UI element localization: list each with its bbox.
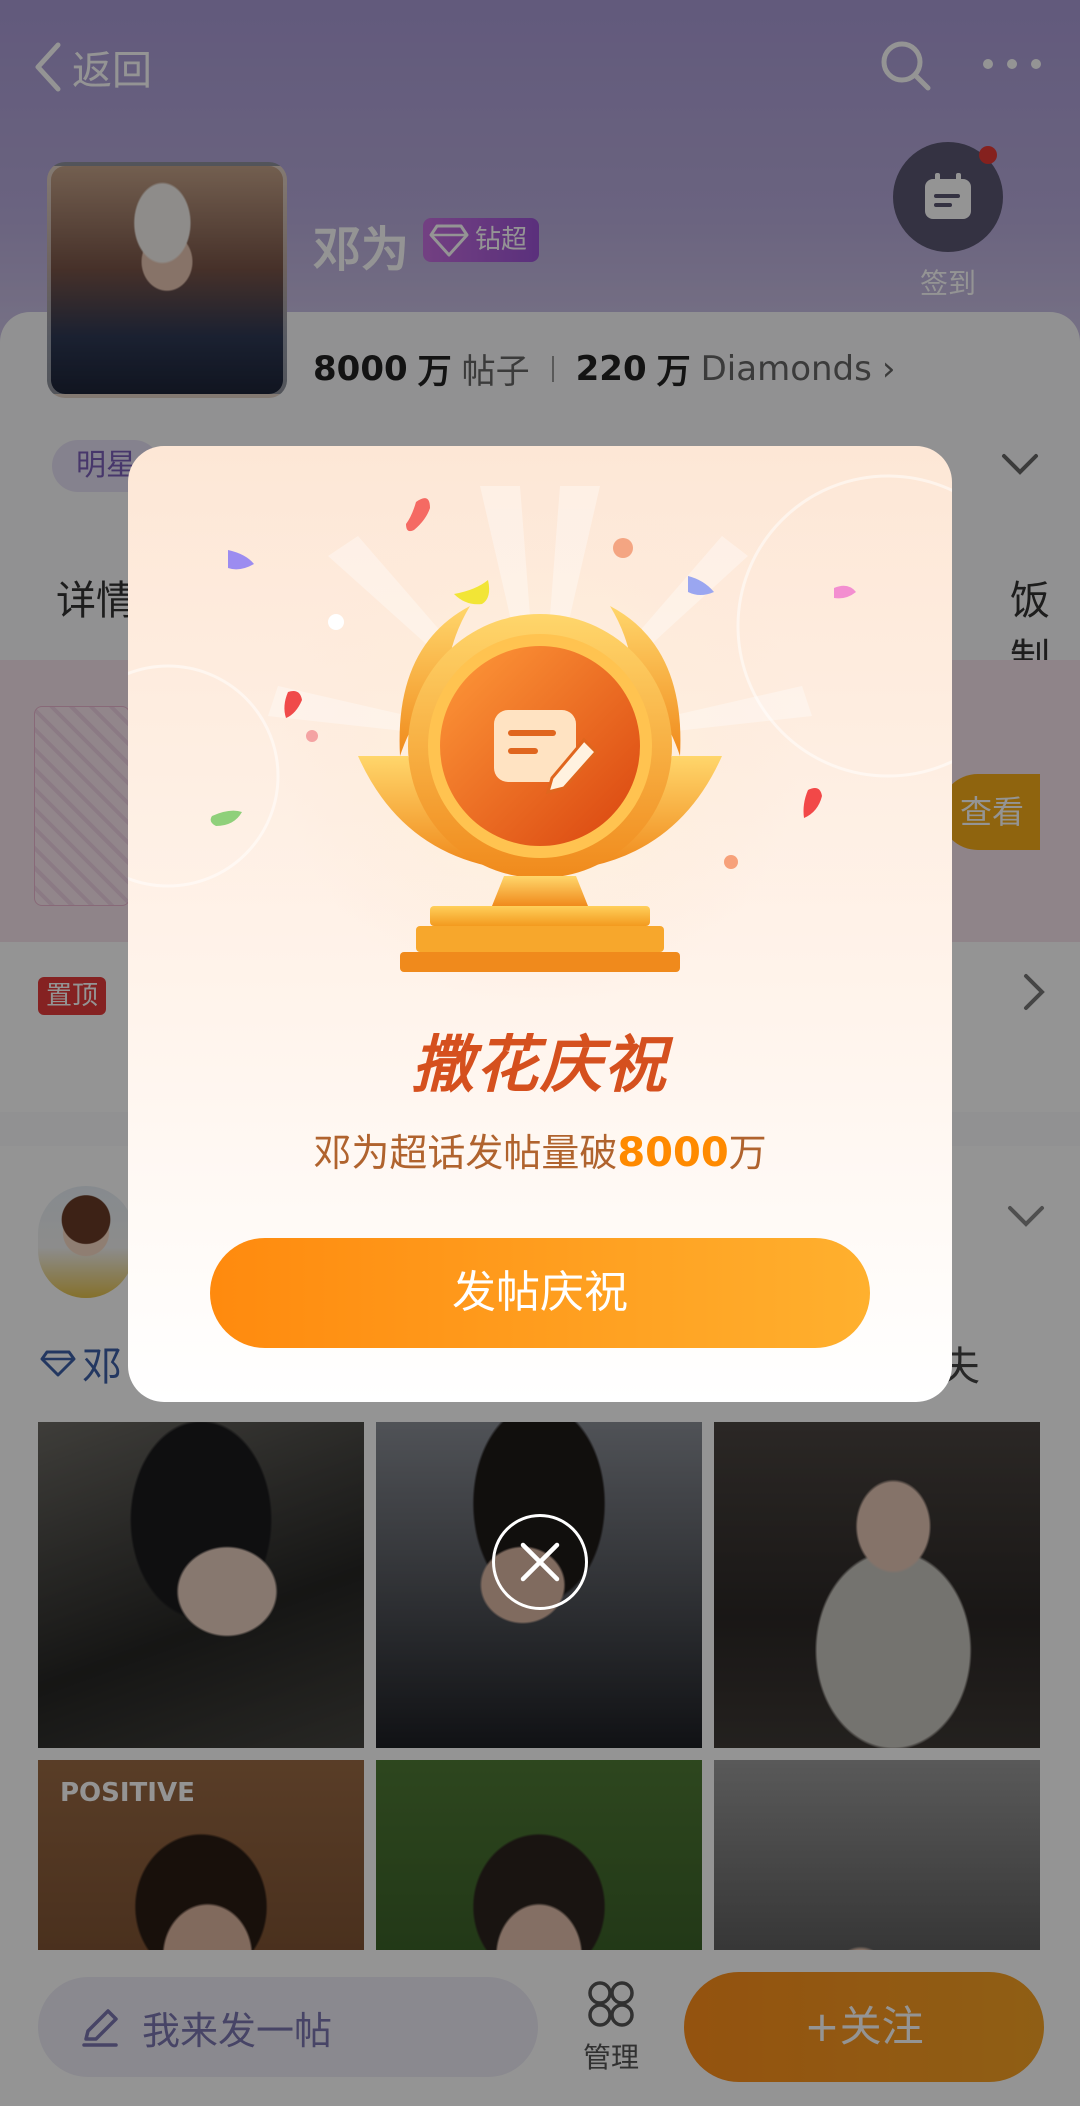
modal-subtitle: 邓为超话发帖量破8000万 (128, 1122, 952, 1177)
trophy-illustration (128, 474, 952, 1006)
close-modal-button[interactable] (492, 1514, 588, 1610)
close-icon (520, 1542, 560, 1582)
celebrate-post-button[interactable]: 发帖庆祝 (210, 1238, 870, 1348)
celebration-modal: 撒花庆祝 邓为超话发帖量破8000万 发帖庆祝 (128, 446, 952, 1402)
modal-subtitle-suffix: 万 (728, 1131, 767, 1175)
modal-subtitle-prefix: 邓为超话发帖量破 (313, 1131, 618, 1175)
modal-subtitle-number: 8000 (617, 1130, 729, 1176)
modal-title: 撒花庆祝 (411, 1028, 668, 1101)
